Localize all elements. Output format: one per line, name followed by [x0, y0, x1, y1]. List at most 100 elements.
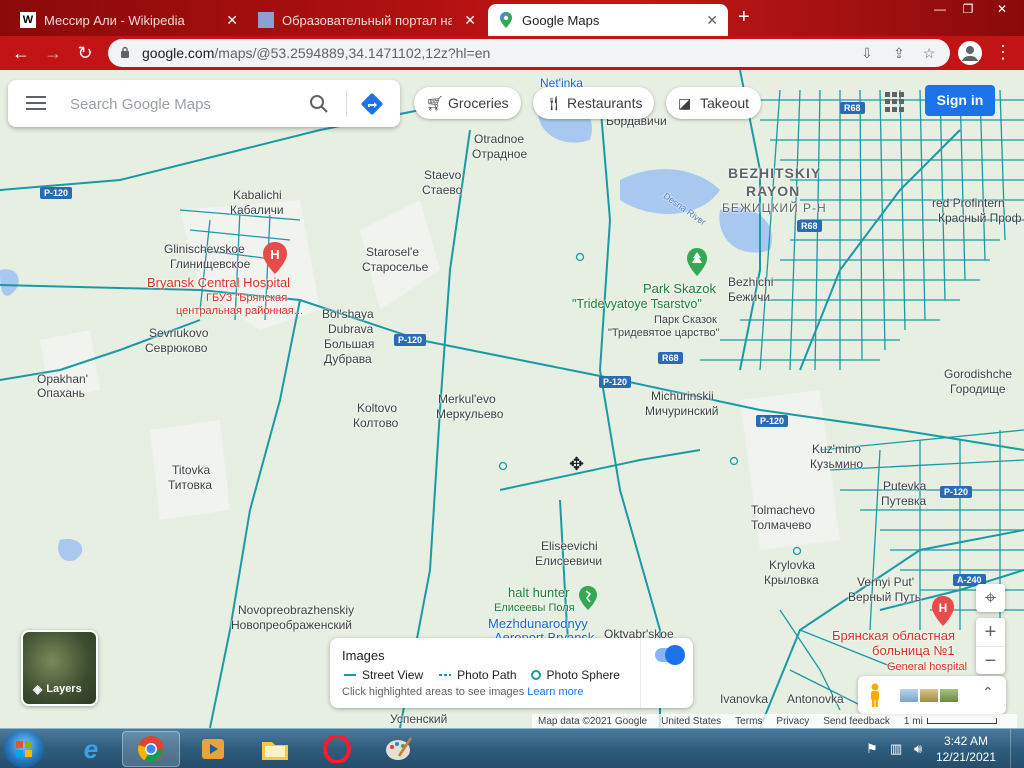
new-tab-button[interactable]: +	[738, 6, 750, 29]
place-staevo-ru[interactable]: Стаево	[422, 183, 462, 197]
place-uspenskiy[interactable]: Успенский	[390, 712, 447, 726]
place-tsarstvo-en[interactable]: "Tridevyatoye Tsarstvo"	[572, 297, 702, 311]
country-link[interactable]: United States	[661, 716, 721, 727]
place-titovka-en[interactable]: Titovka	[172, 463, 210, 477]
close-icon[interactable]: ✕	[706, 12, 718, 29]
action-center-icon[interactable]: ⚑	[866, 741, 878, 757]
place-hospital-en[interactable]: Bryansk Central Hospital	[147, 276, 290, 290]
place-sevriukovo-ru[interactable]: Севрюково	[145, 341, 207, 355]
place-bolnitsa-ru2[interactable]: больница №1	[872, 644, 955, 658]
place-tolmachevo-en[interactable]: Tolmachevo	[751, 503, 815, 517]
place-opakhan-en[interactable]: Opakhan'	[37, 372, 88, 386]
pegman-icon[interactable]	[868, 683, 882, 707]
scale-label[interactable]: 1 mi	[904, 716, 923, 727]
place-merkulevo-ru[interactable]: Меркульево	[436, 407, 503, 421]
zoom-in-button[interactable]: +	[976, 618, 1005, 646]
place-otradnoe-ru[interactable]: Отрадное	[472, 147, 527, 161]
volume-icon[interactable]: 🔊︎	[914, 741, 922, 757]
place-bolnitsa-ru1[interactable]: Брянская областная	[832, 629, 955, 643]
taskbar-media-player[interactable]	[184, 731, 242, 767]
taskbar-opera[interactable]	[308, 731, 366, 767]
place-glinischevskoe-ru[interactable]: Глинищевское	[170, 257, 250, 271]
place-bezhitsky-en1[interactable]: BEZHITSKIY	[728, 166, 821, 180]
place-kabalichi-ru[interactable]: Кабаличи	[230, 203, 284, 217]
place-titovka-ru[interactable]: Титовка	[168, 478, 212, 492]
place-profintern-en[interactable]: red Profintern	[932, 196, 1005, 210]
menu-hamburger-icon[interactable]	[26, 96, 46, 110]
place-gorodishche-ru[interactable]: Городище	[950, 382, 1006, 396]
menu-dots-icon[interactable]: ⋮	[994, 42, 1012, 63]
place-bolshaya-en2[interactable]: Dubrava	[328, 322, 373, 336]
tab-wikipedia[interactable]: W Мессир Али - Wikipedia ✕	[10, 4, 248, 36]
terms-link[interactable]: Terms	[735, 716, 762, 727]
close-icon[interactable]: ✕	[226, 12, 238, 29]
place-bolshaya-ru1[interactable]: Большая	[324, 337, 374, 351]
show-desktop-button[interactable]	[1010, 729, 1024, 768]
place-otradnoe-en[interactable]: Otradnoe	[474, 132, 524, 146]
place-bezhitsky-en2[interactable]: RAYON	[746, 184, 800, 198]
layers-button[interactable]: ◈ Layers	[21, 630, 98, 706]
street-view-thumbnail[interactable]	[940, 689, 958, 702]
tab-google-maps[interactable]: Google Maps ✕	[488, 4, 728, 36]
street-view-thumbnail[interactable]	[900, 689, 918, 702]
place-park-en[interactable]: Park Skazok	[643, 282, 716, 296]
map-canvas[interactable]: Net'inka Бордавичи Otradnoe Отрадное Sta…	[0, 70, 1024, 728]
privacy-link[interactable]: Privacy	[776, 716, 809, 727]
place-vernyi-en[interactable]: Vernyi Put'	[857, 575, 914, 589]
place-tolmachevo-ru[interactable]: Толмачево	[751, 518, 811, 532]
place-michurinskii-en[interactable]: Michurinskii	[651, 389, 714, 403]
place-glinischevskoe-en[interactable]: Glinischevskoe	[164, 242, 245, 256]
restore-button[interactable]: ❐	[954, 0, 982, 20]
chip-groceries[interactable]: 🛒︎ Groceries	[414, 87, 521, 119]
place-eliseevichi-ru[interactable]: Елисеевичи	[535, 554, 602, 568]
place-kuzmino-ru[interactable]: Кузьмино	[810, 457, 863, 471]
taskbar-internet-explorer[interactable]: e	[62, 731, 120, 767]
place-starosele-ru[interactable]: Староселье	[362, 260, 428, 274]
place-eliseevichi-en[interactable]: Eliseevichi	[541, 539, 598, 553]
place-bezhichi-ru[interactable]: Бежичи	[728, 290, 770, 304]
place-koltovo-en[interactable]: Koltovo	[357, 401, 397, 415]
directions-icon[interactable]	[360, 92, 384, 116]
taskbar-explorer[interactable]	[246, 731, 304, 767]
place-novopre-en[interactable]: Novopreobrazhenskiy	[238, 603, 354, 617]
chip-restaurants[interactable]: 🍴︎ Restaurants	[533, 87, 655, 119]
place-kuzmino-en[interactable]: Kuz'mino	[812, 442, 861, 456]
chip-takeout[interactable]: ◪ Takeout	[666, 87, 762, 119]
place-antonovka[interactable]: Antonovka	[787, 692, 844, 706]
place-putevka-ru[interactable]: Путевка	[881, 494, 926, 508]
place-sevriukovo-en[interactable]: Sevriukovo	[149, 326, 208, 340]
taskbar-clock[interactable]: 3:42 AM 12/21/2021	[936, 733, 996, 765]
place-michurinskii-ru[interactable]: Мичуринский	[645, 404, 718, 418]
reload-icon[interactable]: ↻	[74, 42, 96, 64]
place-opakhan-ru[interactable]: Опахань	[37, 386, 85, 400]
my-location-button[interactable]: ⌖	[976, 584, 1005, 612]
place-starosele-en[interactable]: Starosel'e	[366, 245, 419, 259]
learn-more-link[interactable]: Learn more	[527, 686, 583, 698]
hospital-pin-icon[interactable]: H	[262, 242, 288, 274]
network-icon[interactable]: ▥	[890, 741, 902, 757]
close-icon[interactable]: ✕	[464, 12, 476, 29]
place-staevo-en[interactable]: Staevo	[424, 168, 461, 182]
place-bolshaya-ru2[interactable]: Дубрава	[324, 352, 372, 366]
address-bar[interactable]: google.com/maps/@53.2594889,34.1471102,1…	[108, 39, 950, 67]
place-gorodishche-en[interactable]: Gorodishche	[944, 367, 1012, 381]
bookmark-star-icon[interactable]: ☆	[920, 44, 938, 62]
place-krylovka-ru[interactable]: Крыловка	[764, 573, 819, 587]
place-bezhitsky-ru[interactable]: БЕЖИЦКИЙ Р-Н	[722, 201, 827, 215]
send-feedback-link[interactable]: Send feedback	[823, 716, 890, 727]
place-ivanovka[interactable]: Ivanovka	[720, 692, 768, 706]
place-kabalichi-en[interactable]: Kabalichi	[233, 188, 282, 202]
hiking-pin-icon[interactable]	[578, 586, 598, 610]
park-pin-icon[interactable]	[686, 248, 708, 276]
taskbar-paint[interactable]	[370, 731, 428, 767]
place-vernyi-ru[interactable]: Верный Путь	[848, 590, 921, 604]
google-apps-icon[interactable]	[885, 92, 905, 112]
tab-portal[interactable]: Образовательный портал на С ✕	[248, 4, 486, 36]
minimize-button[interactable]: —	[926, 0, 954, 20]
start-button[interactable]	[4, 730, 44, 768]
place-bezhichi-en[interactable]: Bezhichi	[728, 275, 773, 289]
sign-in-button[interactable]: Sign in	[925, 85, 995, 116]
place-merkulevo-en[interactable]: Merkul'evo	[438, 392, 496, 406]
install-icon[interactable]: ⇩	[858, 44, 876, 62]
search-input[interactable]	[70, 92, 300, 116]
